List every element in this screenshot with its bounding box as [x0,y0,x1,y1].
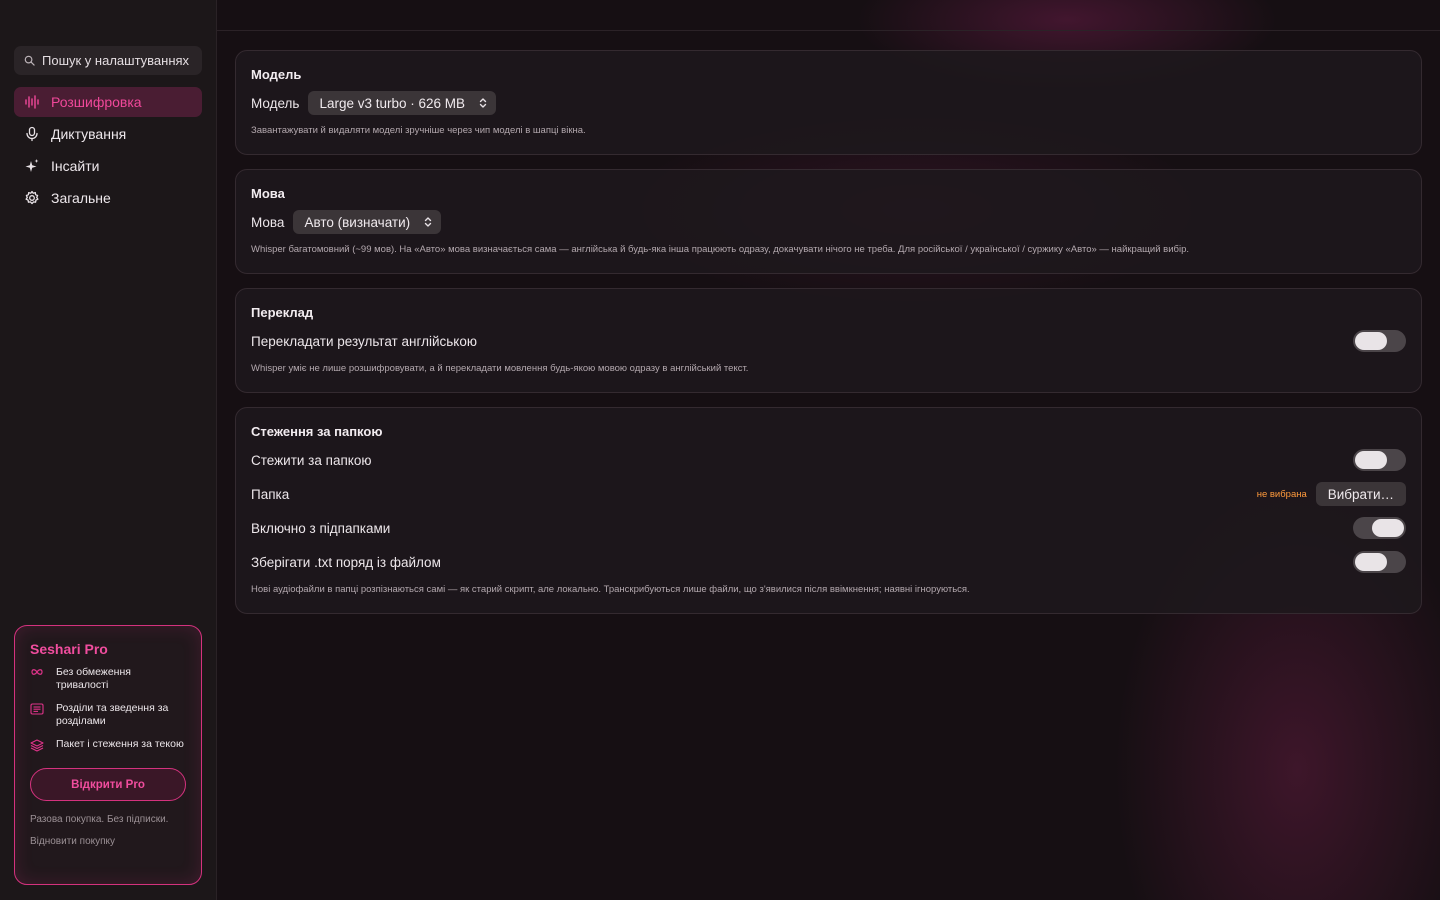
save-txt-toggle[interactable] [1353,551,1406,573]
sidebar-item-label: Диктування [51,126,127,142]
sidebar-nav: Розшифровка Диктування Інсайти Загальне [14,87,202,215]
sidebar-item-general[interactable]: Загальне [14,183,202,213]
gear-icon [24,190,40,206]
translate-toggle[interactable] [1353,330,1406,352]
settings-content: Модель Модель Large v3 turbo · 626 MB За… [217,0,1440,900]
title-bar [217,0,1440,31]
chevron-updown-icon [479,98,487,108]
pro-feature-text: Пакет і стеження за текою [56,738,184,750]
toggle-knob [1355,332,1387,350]
translate-row: Перекладати результат англійською [251,329,1406,353]
layers-icon [30,738,46,756]
document-text-icon [30,702,46,728]
restore-purchase-link[interactable]: Відновити покупку [30,836,186,847]
chevron-updown-icon [424,217,432,227]
subfolders-toggle[interactable] [1353,517,1406,539]
language-row: Мова Авто (визначати) [251,210,1406,234]
language-note: Whisper багатомовний (~99 мов). На «Авто… [251,244,1190,255]
infinity-icon [30,666,46,692]
sidebar-item-transcription[interactable]: Розшифровка [14,87,202,117]
sidebar-item-label: Загальне [51,190,111,206]
folder-status: не вибрана [1256,488,1307,500]
model-label: Модель [251,95,300,111]
model-select-value: Large v3 turbo · 626 MB [319,95,466,111]
pro-feature: Розділи та зведення за розділами [30,702,186,728]
language-section: Мова Мова Авто (визначати) Whisper багат… [235,169,1422,274]
microphone-icon [24,126,40,142]
choose-folder-button[interactable]: Вибрати… [1315,482,1406,506]
pro-feature: Пакет і стеження за текою [30,738,186,756]
search-box[interactable] [14,46,202,75]
pro-feature: Без обмеження тривалості [30,666,186,692]
sidebar: Розшифровка Диктування І [0,0,217,900]
translate-label: Перекладати результат англійською [251,333,477,349]
watch-folder-row: Стежити за папкою [251,448,1406,472]
toggle-knob [1355,451,1387,469]
model-row: Модель Large v3 turbo · 626 MB [251,91,1406,115]
model-section: Модель Модель Large v3 turbo · 626 MB За… [235,50,1422,155]
pro-purchase-note: Разова покупка. Без підписки. [30,814,169,825]
pro-title: Seshari Pro [30,641,108,657]
app-window: Розшифровка Диктування І [0,0,1440,900]
folder-row: Папка не вибрана Вибрати… [251,482,1406,506]
sidebar-item-label: Розшифровка [51,94,142,110]
pro-upsell-card: Seshari Pro Без обмеження тривалості Роз… [14,625,202,885]
section-title: Стеження за папкою [251,424,383,439]
section-title: Модель [251,67,302,82]
sidebar-item-insights[interactable]: Інсайти [14,151,202,181]
toggle-knob [1355,553,1387,571]
model-select[interactable]: Large v3 turbo · 626 MB [308,91,497,115]
translation-note: Whisper уміє не лише розшифровувати, а й… [251,363,749,374]
watch-folder-label: Стежити за папкою [251,452,372,468]
search-input[interactable] [42,53,192,68]
watch-folder-toggle[interactable] [1353,449,1406,471]
subfolders-label: Включно з підпапками [251,520,391,536]
search-icon [24,55,35,66]
translation-section: Переклад Перекладати результат англійськ… [235,288,1422,393]
folder-watch-note: Нові аудіофайли в папці розпізнаються са… [251,584,970,595]
sparkles-icon [24,158,40,174]
language-select[interactable]: Авто (визначати) [293,210,442,234]
pro-feature-text: Розділи та зведення за розділами [56,702,169,727]
waveform-icon [24,94,40,110]
folder-label: Папка [251,486,290,502]
sidebar-item-dictation[interactable]: Диктування [14,119,202,149]
save-txt-row: Зберігати .txt поряд із файлом [251,550,1406,574]
sidebar-item-label: Інсайти [51,158,100,174]
language-select-value: Авто (визначати) [304,214,411,230]
model-note: Завантажувати й видаляти моделі зручніше… [251,125,586,136]
open-pro-button[interactable]: Відкрити Pro [30,768,186,801]
pro-feature-text: Без обмеження тривалості [56,666,131,691]
toggle-knob [1372,519,1404,537]
section-title: Переклад [251,305,314,320]
language-label: Мова [251,214,285,230]
save-txt-label: Зберігати .txt поряд із файлом [251,554,441,570]
section-title: Мова [251,186,285,201]
folder-watch-section: Стеження за папкою Стежити за папкою Пап… [235,407,1422,614]
subfolders-row: Включно з підпапками [251,516,1406,540]
